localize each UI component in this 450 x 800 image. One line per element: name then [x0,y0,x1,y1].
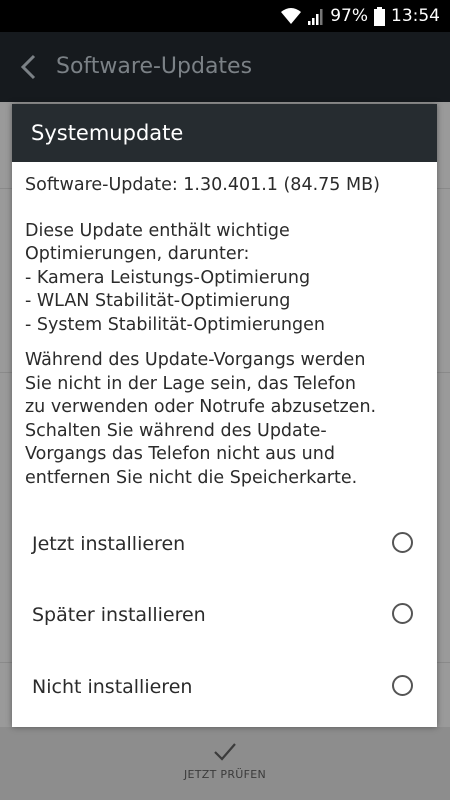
chevron-left-icon[interactable] [18,54,40,80]
status-bar: 97% 13:54 [0,0,450,32]
app-bar: Software-Updates [0,32,450,102]
signal-icon [308,8,324,25]
dialog-body: Software-Update: 1.30.401.1 (84.75 MB) D… [25,174,425,502]
radio-button[interactable] [392,603,413,624]
warning-line: Sie nicht in der Lage sein, das Telefon [25,373,356,394]
description-line: - Kamera Leistungs-Optimierung [25,267,311,288]
dialog-title: Systemupdate [31,121,184,145]
system-update-dialog: Systemupdate Software-Update: 1.30.401.1… [12,104,437,727]
warning-line: entfernen Sie nicht die Speicherkarte. [25,467,358,488]
update-description: Diese Update enthält wichtige Optimierun… [25,220,425,338]
radio-button[interactable] [392,675,413,696]
bottom-bar [0,727,450,800]
check-now-button[interactable]: JETZT PRÜFEN [0,768,450,781]
check-icon[interactable] [212,741,238,763]
page-title: Software-Updates [56,54,253,79]
option-install-later[interactable]: Später installieren [12,585,437,645]
warning-line: zu verwenden oder Notrufe abzusetzen. [25,397,377,417]
description-line: - System Stabilität-Optimierungen [25,314,325,335]
description-line: Diese Update enthält wichtige [25,220,290,241]
option-label: Nicht installieren [32,676,193,698]
option-label: Später installieren [32,604,206,626]
update-warning: Während des Update-Vorgangs werden Sie n… [25,349,425,490]
description-line: Optimierungen, darunter: [25,244,250,264]
version-info: Software-Update: 1.30.401.1 (84.75 MB) [25,175,380,195]
warning-line: Während des Update-Vorgangs werden [25,350,366,370]
warning-line: Vorgangs das Telefon nicht aus und [25,444,335,464]
warning-line: Schalten Sie während des Update- [25,420,327,441]
description-line: - WLAN Stabilität-Optimierung [25,291,291,311]
option-install-now[interactable]: Jetzt installieren [12,514,437,574]
clock: 13:54 [391,6,440,26]
battery-percent: 97% [330,6,368,26]
battery-icon [374,6,385,26]
option-label: Jetzt installieren [32,533,186,555]
wifi-icon [280,7,302,25]
status-icons: 97% 13:54 [280,0,440,32]
radio-button[interactable] [392,532,413,553]
dialog-header: Systemupdate [12,104,437,162]
option-do-not-install[interactable]: Nicht installieren [12,657,437,717]
